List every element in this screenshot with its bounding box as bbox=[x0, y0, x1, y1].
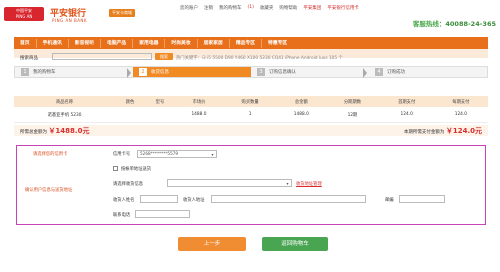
step-confirm: 3 订购信息确认 bbox=[251, 67, 369, 78]
pingan-logo[interactable]: 中国平安 PING AN bbox=[4, 7, 44, 21]
nav-item-av[interactable]: 影音视听 bbox=[69, 38, 102, 48]
address-section-label: 确认用户信息与送货地址 bbox=[25, 188, 73, 193]
table-header-row: 商品名称 颜色 型号 市场价 购买数量 总金额 分期期数 首期支付 每期支付 bbox=[14, 96, 488, 107]
col-total: 总金额 bbox=[277, 96, 326, 107]
step-success: 4 订购成功 bbox=[369, 67, 487, 77]
cell-product[interactable]: 诺基亚手机 5230 bbox=[14, 107, 116, 123]
col-model: 型号 bbox=[145, 96, 175, 107]
hotline-label: 客服热线： bbox=[412, 20, 446, 28]
first-payment-amount: ￥124.0元 bbox=[445, 126, 482, 135]
search-input[interactable] bbox=[52, 53, 152, 60]
col-quantity: 购买数量 bbox=[223, 96, 278, 107]
cell-per-payment: 124.0 bbox=[433, 107, 488, 123]
back-to-cart-button[interactable]: 返回购物车 bbox=[262, 237, 328, 251]
step-label: 订购成功 bbox=[387, 70, 405, 75]
col-color: 颜色 bbox=[115, 96, 145, 107]
postcode-input[interactable] bbox=[399, 195, 445, 203]
order-summary: 所需总金额为 ￥1488.0元 本期所需支付金额为 ￥124.0元 bbox=[14, 125, 488, 136]
order-table: 商品名称 颜色 型号 市场价 购买数量 总金额 分期期数 首期支付 每期支付 诺… bbox=[14, 96, 488, 123]
cell-model bbox=[145, 107, 175, 123]
hotline-number: 40088-24-365 bbox=[445, 20, 496, 28]
prev-step-button[interactable]: 上一步 bbox=[178, 237, 246, 251]
first-payment-summary: 本期所需支付金额为 ￥124.0元 bbox=[404, 126, 482, 136]
step-number: 1 bbox=[21, 68, 29, 76]
card-number-value: 5268********5579 bbox=[140, 151, 179, 156]
total-label: 所需总金额为 bbox=[20, 129, 47, 135]
card-number-label: 信用卡号 bbox=[113, 152, 131, 157]
hot-keywords: 热门关键字：i3 i5 5500 D90 Y460 X100 5230 CQ41… bbox=[176, 55, 343, 61]
nav-item-phones[interactable]: 手机通讯 bbox=[37, 38, 69, 48]
hot-keywords-label: 热门关键字： bbox=[176, 56, 202, 61]
first-payment-label: 本期所需支付金额为 bbox=[403, 129, 445, 135]
top-link-group[interactable]: 平安集团 bbox=[303, 5, 321, 11]
step-cart: 1 我的购物车 bbox=[15, 67, 133, 78]
step-arrow-icon bbox=[127, 68, 131, 78]
logo-small-en: PING AN bbox=[15, 14, 33, 19]
step-shipping-info: 2 收货信息 bbox=[133, 67, 251, 77]
chevron-down-icon: ▾ bbox=[211, 152, 214, 157]
cell-installments: 12期 bbox=[325, 107, 380, 123]
step-label: 收货信息 bbox=[151, 70, 169, 75]
nav-item-boutique[interactable]: 精品专区 bbox=[230, 38, 263, 48]
search-label: 搜索商品 bbox=[20, 56, 38, 61]
checkout-form: 请选择您的信用卡 确认用户信息与送货地址 信用卡号 5268********55… bbox=[16, 145, 486, 225]
receiver-name-label: 收货人姓名 bbox=[113, 198, 135, 203]
col-market-price: 市场价 bbox=[174, 96, 224, 107]
receiver-address-input[interactable] bbox=[211, 195, 366, 203]
address-select[interactable]: ▾ bbox=[167, 179, 292, 187]
nav-item-deals[interactable]: 特惠专区 bbox=[262, 39, 293, 48]
phone-input[interactable] bbox=[135, 210, 190, 218]
col-per-payment: 每期支付 bbox=[433, 96, 488, 107]
receiver-address-label: 收货人地址 bbox=[183, 198, 205, 203]
top-link-logout[interactable]: 注销 bbox=[204, 5, 213, 11]
top-link-cart[interactable]: 我的购物车 bbox=[219, 5, 242, 11]
step-label: 订购信息确认 bbox=[269, 70, 296, 75]
receiver-name-input[interactable] bbox=[140, 195, 178, 203]
step-number: 3 bbox=[257, 68, 265, 76]
hot-keywords-list[interactable]: i3 i5 5500 D90 Y460 X100 5230 CQ41 iPhon… bbox=[202, 56, 343, 61]
step-arrow-icon bbox=[363, 68, 367, 78]
nav-item-home[interactable]: 首页 bbox=[14, 38, 37, 48]
address-select-label: 请选择收货信息 bbox=[113, 182, 144, 187]
nav-item-home-goods[interactable]: 居家家居 bbox=[198, 38, 230, 48]
checkout-steps: 1 我的购物车 2 收货信息 3 订购信息确认 4 订购成功 bbox=[14, 66, 488, 78]
top-link-help[interactable]: 购物帮助 bbox=[279, 5, 297, 11]
total-amount: ￥1488.0元 bbox=[48, 126, 90, 135]
cell-quantity: 1 bbox=[223, 107, 278, 123]
cell-market-price: 1488.0 bbox=[174, 107, 224, 123]
nav-item-appliances[interactable]: 家用电器 bbox=[133, 38, 166, 48]
shop-badge: 平安卡商城 bbox=[109, 9, 135, 17]
phone-label: 联系电话 bbox=[113, 213, 131, 218]
cell-total: 1488.0 bbox=[277, 107, 326, 123]
step-number: 2 bbox=[139, 68, 147, 76]
postcode-label: 邮编 bbox=[385, 198, 394, 203]
col-first-payment: 首期支付 bbox=[379, 96, 434, 107]
card-section-label: 请选择您的信用卡 bbox=[33, 152, 68, 157]
main-nav: 首页 手机通讯 影音视听 电脑产品 家用电器 时尚美妆 居家家居 精品专区 特惠… bbox=[14, 37, 488, 49]
top-link-credit-card[interactable]: 平安银行信用卡 bbox=[327, 5, 359, 11]
top-link-account[interactable]: 您的账户 bbox=[180, 5, 198, 11]
bank-name-en: PING AN BANK bbox=[52, 18, 88, 23]
table-row: 诺基亚手机 5230 1488.0 1 1488.0 12期 124.0 124… bbox=[14, 107, 488, 123]
nav-item-computers[interactable]: 电脑产品 bbox=[101, 38, 134, 48]
step-label: 我的购物车 bbox=[33, 70, 56, 75]
cell-color bbox=[115, 107, 145, 123]
chevron-down-icon: ▾ bbox=[286, 181, 289, 186]
top-links: 您的账户 注销 我的购物车 (1) 收藏夹 购物帮助 平安集团 平安银行信用卡 bbox=[180, 5, 359, 11]
col-product: 商品名称 bbox=[14, 96, 116, 107]
cart-count: (1) bbox=[247, 5, 254, 10]
manage-address-link[interactable]: 收货地址管理 bbox=[296, 181, 322, 187]
same-as-bill-checkbox[interactable] bbox=[113, 166, 118, 171]
hotline: 客服热线：40088-24-365 bbox=[413, 18, 496, 28]
search-button[interactable]: 搜索 bbox=[155, 53, 173, 60]
same-as-bill-label: 按帐单地址送货 bbox=[121, 167, 152, 172]
cell-first-payment: 124.0 bbox=[379, 107, 434, 123]
nav-item-beauty[interactable]: 时尚美妆 bbox=[165, 38, 198, 48]
card-number-select[interactable]: 5268********5579 ▾ bbox=[137, 150, 217, 158]
top-link-favorites[interactable]: 收藏夹 bbox=[260, 5, 274, 11]
step-number: 4 bbox=[375, 68, 383, 76]
col-installments: 分期期数 bbox=[325, 96, 380, 107]
total-summary: 所需总金额为 ￥1488.0元 bbox=[20, 126, 89, 136]
